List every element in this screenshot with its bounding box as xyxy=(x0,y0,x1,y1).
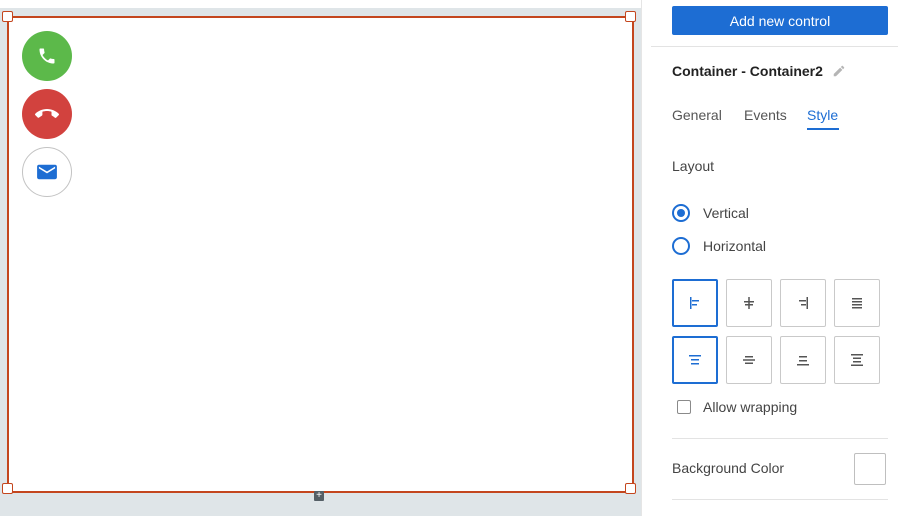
valign-top-icon xyxy=(689,355,701,365)
mail-icon xyxy=(37,164,57,180)
divider xyxy=(672,499,888,500)
panel-divider xyxy=(641,0,651,516)
properties-panel: Add new control Container - Container2 G… xyxy=(651,0,898,516)
valign-bottom-button[interactable] xyxy=(780,336,826,384)
tab-style[interactable]: Style xyxy=(807,107,838,123)
align-right-icon xyxy=(799,297,808,309)
allow-wrapping-checkbox[interactable] xyxy=(677,400,691,414)
align-center-button[interactable] xyxy=(726,279,772,327)
align-left-button[interactable] xyxy=(672,279,718,327)
radio-vertical-label: Vertical xyxy=(703,205,749,221)
panel-title: Container - Container2 xyxy=(672,63,823,79)
phone-icon xyxy=(39,48,55,64)
allow-wrapping-label: Allow wrapping xyxy=(703,399,798,415)
divider xyxy=(651,46,898,47)
canvas-top-strip xyxy=(0,0,641,8)
pencil-icon[interactable] xyxy=(832,64,846,78)
tab-events[interactable]: Events xyxy=(744,107,787,123)
background-color-label: Background Color xyxy=(672,460,785,476)
align-left-icon xyxy=(690,297,699,309)
valign-bottom-icon xyxy=(797,356,809,366)
add-child-plus-icon[interactable]: + xyxy=(314,491,324,501)
tab-general[interactable]: General xyxy=(672,107,722,123)
radio-vertical[interactable] xyxy=(672,204,690,222)
resize-handle-bottom-right[interactable] xyxy=(625,483,636,494)
valign-top-button[interactable] xyxy=(672,336,718,384)
divider xyxy=(672,438,888,439)
valign-middle-icon xyxy=(743,356,755,364)
active-tab-indicator xyxy=(807,128,839,130)
radio-horizontal-label: Horizontal xyxy=(703,238,767,254)
design-canvas[interactable]: + xyxy=(0,0,641,516)
background-color-swatch[interactable] xyxy=(854,453,886,485)
selected-container[interactable] xyxy=(7,16,634,493)
layout-option-horizontal[interactable]: Horizontal xyxy=(672,237,766,255)
valign-distribute-icon xyxy=(851,354,863,366)
align-justify-icon xyxy=(852,298,862,309)
valign-distribute-button[interactable] xyxy=(834,336,880,384)
radio-horizontal[interactable] xyxy=(672,237,690,255)
hangup-button[interactable] xyxy=(22,89,72,139)
call-button[interactable] xyxy=(22,31,72,81)
hangup-icon xyxy=(35,109,59,118)
align-right-button[interactable] xyxy=(780,279,826,327)
email-button[interactable] xyxy=(22,147,72,197)
allow-wrapping-option[interactable]: Allow wrapping xyxy=(677,399,797,415)
add-new-control-button[interactable]: Add new control xyxy=(672,6,888,35)
resize-handle-top-left[interactable] xyxy=(2,11,13,22)
resize-handle-top-right[interactable] xyxy=(625,11,636,22)
align-justify-button[interactable] xyxy=(834,279,880,327)
alignment-grid xyxy=(672,279,880,384)
layout-heading: Layout xyxy=(672,158,715,174)
align-center-icon xyxy=(744,297,754,309)
resize-handle-bottom-left[interactable] xyxy=(2,483,13,494)
valign-middle-button[interactable] xyxy=(726,336,772,384)
layout-option-vertical[interactable]: Vertical xyxy=(672,204,749,222)
